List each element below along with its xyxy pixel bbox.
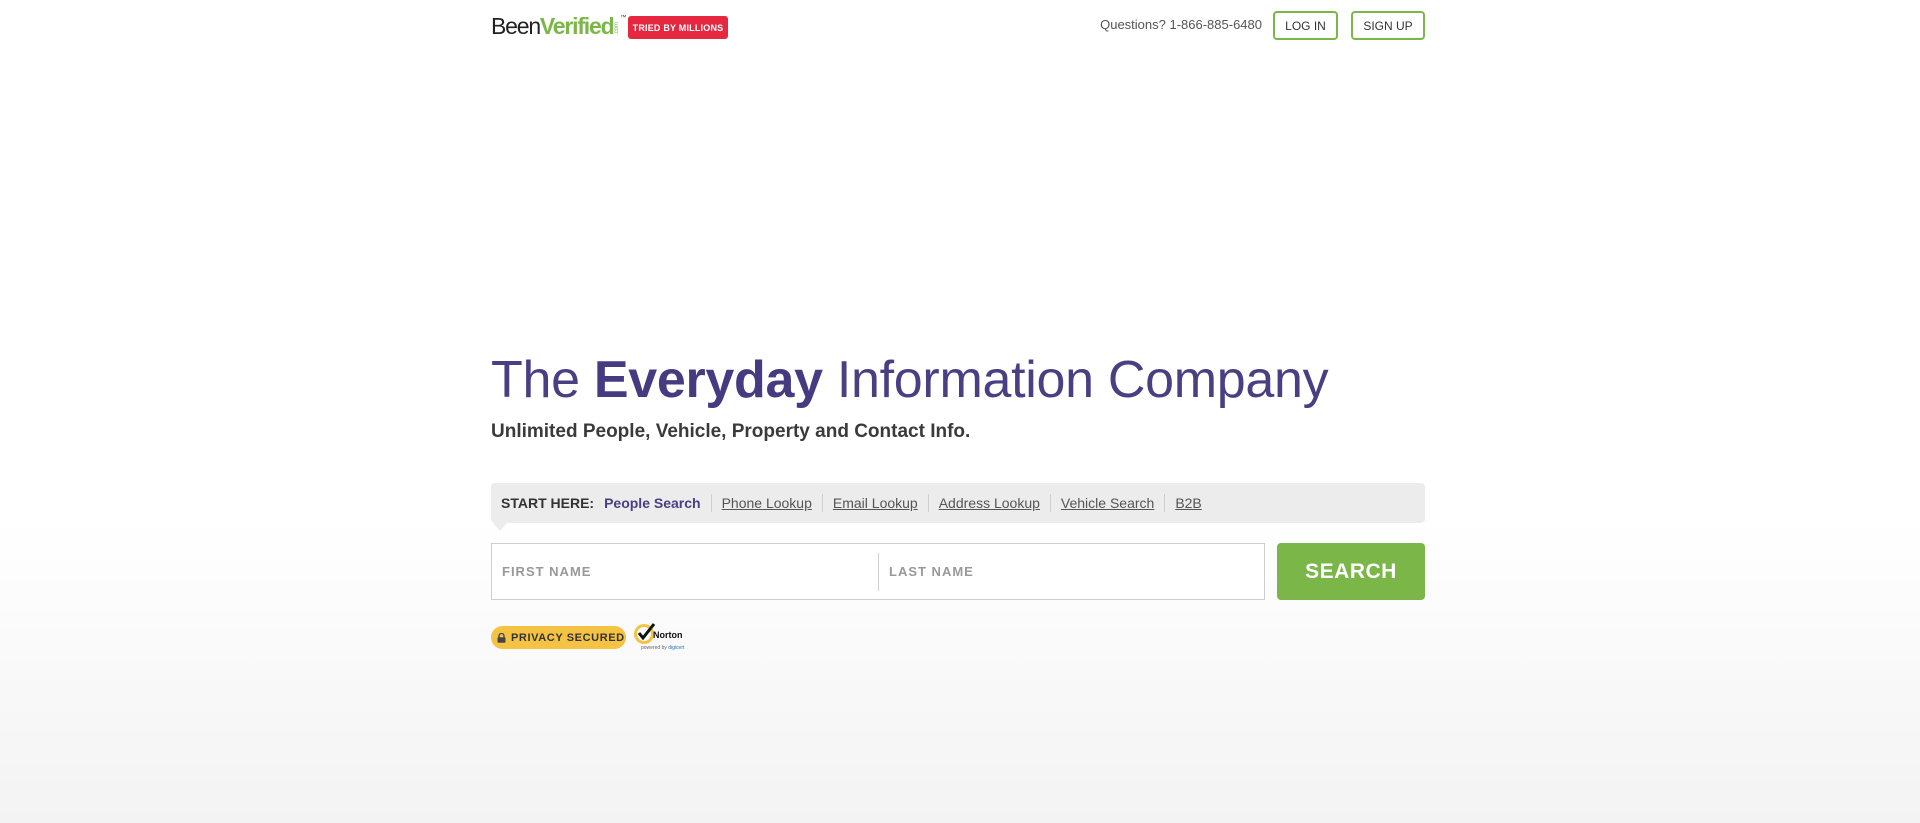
privacy-secured-badge: PRIVACY SECURED <box>491 626 626 649</box>
search-button[interactable]: SEARCH <box>1277 543 1425 600</box>
privacy-secured-label: PRIVACY SECURED <box>511 631 625 644</box>
tab-email-lookup[interactable]: Email Lookup <box>821 494 928 512</box>
tab-b2b[interactable]: B2B <box>1164 494 1211 512</box>
page-title: The Everyday Information Company <box>491 350 1329 410</box>
lock-icon <box>497 632 506 643</box>
hero-section: The Everyday Information Company Unlimit… <box>491 0 1425 823</box>
page-subtitle: Unlimited People, Vehicle, Property and … <box>491 421 971 442</box>
title-post: Information Company <box>822 351 1329 409</box>
norton-seal[interactable]: Norton powered by digicert <box>633 621 693 653</box>
search-form <box>491 543 1265 600</box>
tab-phone-lookup[interactable]: Phone Lookup <box>710 494 822 512</box>
first-name-input[interactable] <box>492 544 878 599</box>
nav-pointer <box>493 523 507 531</box>
tab-people-search[interactable]: People Search <box>604 494 711 512</box>
norton-label: Norton <box>653 630 683 640</box>
last-name-input[interactable] <box>879 544 1264 599</box>
norton-powered-pre: powered by <box>641 645 669 651</box>
norton-powered-by: powered by digicert <box>641 645 684 651</box>
start-here-label: START HERE: <box>501 495 595 511</box>
title-emphasis: Everyday <box>593 351 823 409</box>
title-pre: The <box>491 351 594 409</box>
digicert-label: digicert <box>668 645 685 651</box>
search-type-nav: START HERE: People Search Phone Lookup E… <box>491 483 1425 523</box>
tab-address-lookup[interactable]: Address Lookup <box>927 494 1050 512</box>
tab-vehicle-search[interactable]: Vehicle Search <box>1049 494 1164 512</box>
